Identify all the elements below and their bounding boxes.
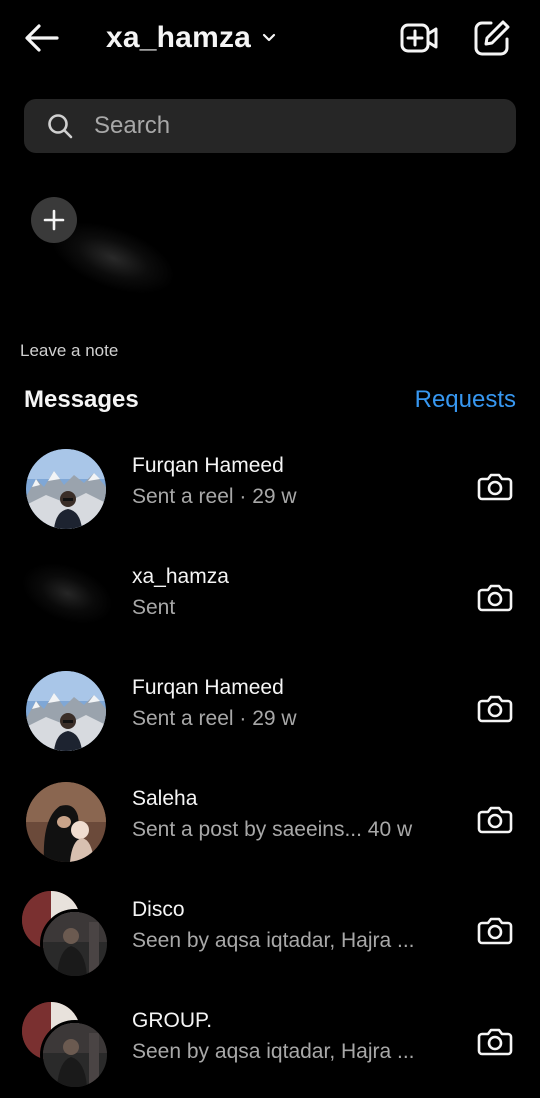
profile-photo bbox=[26, 782, 106, 862]
conversation-name: Furqan Hameed bbox=[132, 676, 284, 699]
profile-photo bbox=[26, 449, 106, 529]
back-button[interactable] bbox=[22, 18, 62, 58]
conversation-row[interactable]: Saleha Sent a post by saeeins... 40 w bbox=[0, 774, 540, 874]
search-bar[interactable] bbox=[24, 99, 516, 153]
add-note-button[interactable] bbox=[31, 197, 77, 243]
conversation-name: GROUP. bbox=[132, 1009, 213, 1032]
avatar bbox=[13, 551, 122, 636]
search-icon bbox=[48, 114, 73, 139]
leave-note-label[interactable]: Leave a note bbox=[20, 341, 118, 361]
conversation-row[interactable]: Furqan Hameed Sent a reel · 29 w bbox=[0, 663, 540, 763]
camera-icon[interactable] bbox=[475, 577, 515, 617]
conversation-preview: Sent bbox=[132, 596, 176, 619]
camera-icon[interactable] bbox=[475, 466, 515, 506]
profile-photo bbox=[26, 671, 106, 751]
conversation-name: Furqan Hameed bbox=[132, 454, 284, 477]
camera-icon[interactable] bbox=[475, 910, 515, 950]
top-bar: xa_hamza bbox=[0, 0, 540, 80]
camera-icon[interactable] bbox=[475, 1021, 515, 1061]
conversation-name: xa_hamza bbox=[132, 565, 229, 588]
conversation-name: Disco bbox=[132, 898, 185, 921]
conversation-name: Saleha bbox=[132, 787, 198, 810]
conversation-row[interactable]: GROUP. Seen by aqsa iqtadar, Hajra ... bbox=[0, 996, 540, 1096]
search-input[interactable] bbox=[92, 111, 476, 141]
camera-icon[interactable] bbox=[475, 799, 515, 839]
camera-icon[interactable] bbox=[475, 688, 515, 728]
conversation-row[interactable]: Furqan Hameed Sent a reel · 29 w bbox=[0, 441, 540, 541]
conversation-preview: Seen by aqsa iqtadar, Hajra ... bbox=[132, 929, 415, 952]
group-member-photo bbox=[40, 909, 110, 979]
chevron-down-icon bbox=[262, 33, 276, 42]
requests-link[interactable]: Requests bbox=[415, 386, 516, 414]
arrow-left-icon bbox=[25, 24, 59, 52]
messages-heading: Messages bbox=[24, 386, 139, 413]
page-title: xa_hamza bbox=[106, 21, 252, 54]
avatar bbox=[26, 449, 106, 529]
new-message-button[interactable] bbox=[472, 18, 512, 58]
group-avatar bbox=[22, 891, 112, 979]
plus-icon bbox=[43, 209, 65, 231]
conversation-row[interactable]: Disco Seen by aqsa iqtadar, Hajra ... bbox=[0, 885, 540, 985]
video-call-button[interactable] bbox=[399, 18, 439, 58]
conversation-preview: Seen by aqsa iqtadar, Hajra ... bbox=[132, 1040, 415, 1063]
conversation-row[interactable]: xa_hamza Sent bbox=[0, 551, 540, 652]
account-switcher[interactable]: xa_hamza bbox=[106, 18, 277, 58]
group-avatar bbox=[22, 1002, 112, 1090]
group-member-photo bbox=[40, 1020, 110, 1090]
conversation-preview: Sent a reel · 29 w bbox=[132, 485, 297, 508]
conversation-preview: Sent a post by saeeins... 40 w bbox=[132, 818, 413, 841]
avatar bbox=[26, 671, 106, 751]
new-video-call-icon bbox=[400, 23, 438, 53]
avatar bbox=[26, 782, 106, 862]
conversation-preview: Sent a reel · 29 w bbox=[132, 707, 297, 730]
new-message-icon bbox=[474, 20, 510, 56]
avatar[interactable] bbox=[24, 190, 185, 309]
